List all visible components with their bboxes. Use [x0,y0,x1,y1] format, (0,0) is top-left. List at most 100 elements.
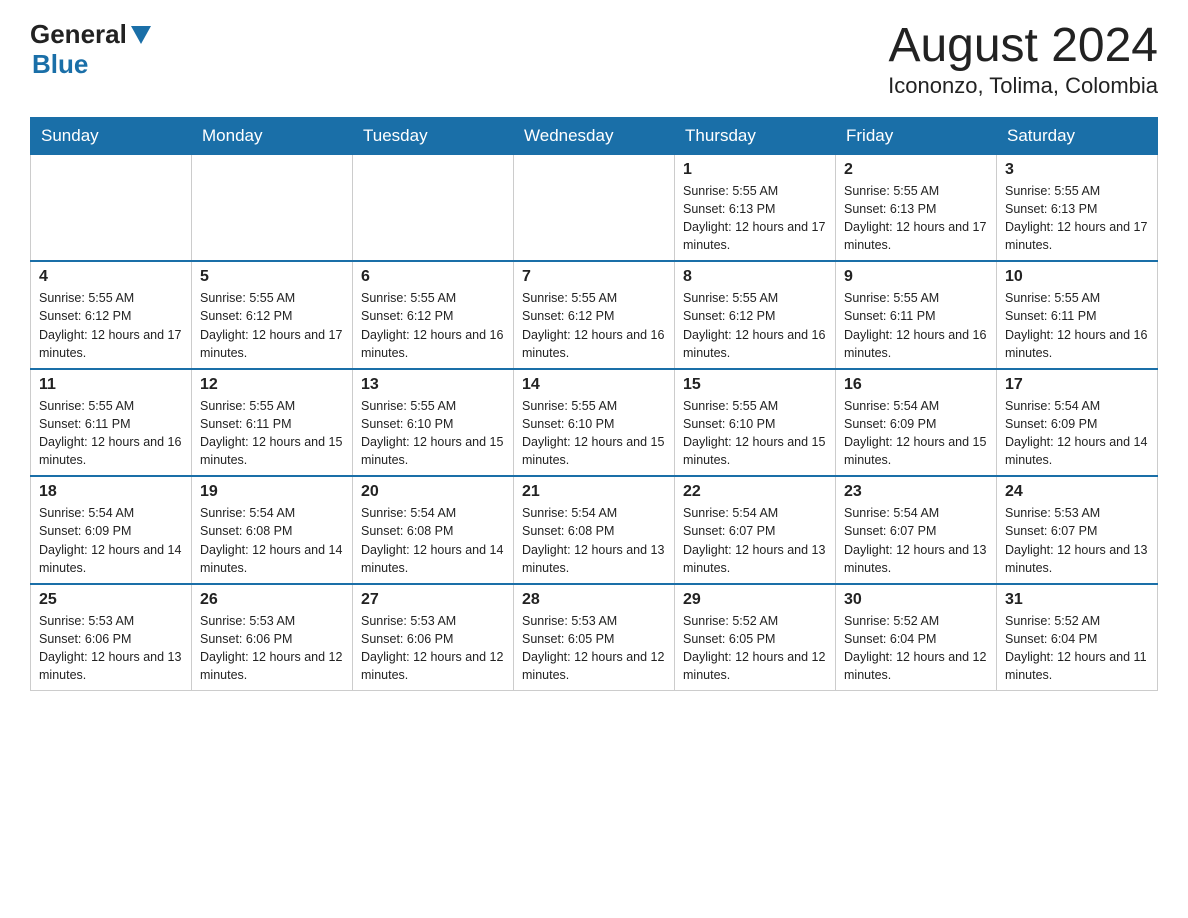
day-info: Sunrise: 5:55 AM Sunset: 6:11 PM Dayligh… [39,397,183,470]
day-info: Sunrise: 5:55 AM Sunset: 6:10 PM Dayligh… [522,397,666,470]
calendar-day-cell: 18Sunrise: 5:54 AM Sunset: 6:09 PM Dayli… [31,476,192,584]
calendar-day-cell: 21 Sunrise: 5:54 AM Sunset: 6:08 PM Dayli… [514,476,675,584]
calendar-day-cell: 15 Sunrise: 5:55 AM Sunset: 6:10 PM Dayli… [675,369,836,477]
day-info: Sunrise: 5:55 AM Sunset: 6:11 PM Dayligh… [200,397,344,470]
day-number: 7 [522,268,666,286]
day-info: Sunrise: 5:54 AM Sunset: 6:08 PM Dayligh… [522,504,666,577]
day-info: Sunrise: 5:54 AM Sunset: 6:07 PM Dayligh… [683,504,827,577]
day-info: Sunrise: 5:54 AM Sunset: 6:09 PM Dayligh… [844,397,988,470]
calendar-day-cell: 5Sunrise: 5:55 AM Sunset: 6:12 PM Daylig… [192,261,353,369]
day-of-week-header: Thursday [675,117,836,154]
day-number: 17 [1005,376,1149,394]
day-number: 19 [200,483,344,501]
day-number: 1 [683,161,827,179]
calendar-day-cell [353,154,514,261]
day-info: Sunrise: 5:55 AM Sunset: 6:13 PM Dayligh… [1005,182,1149,255]
day-number: 29 [683,591,827,609]
calendar-day-cell: 27Sunrise: 5:53 AM Sunset: 6:06 PM Dayli… [353,584,514,691]
day-info: Sunrise: 5:55 AM Sunset: 6:12 PM Dayligh… [200,289,344,362]
day-of-week-header: Saturday [997,117,1158,154]
calendar-day-cell: 12 Sunrise: 5:55 AM Sunset: 6:11 PM Dayli… [192,369,353,477]
calendar-day-cell: 14 Sunrise: 5:55 AM Sunset: 6:10 PM Dayli… [514,369,675,477]
day-number: 4 [39,268,183,286]
day-number: 12 [200,376,344,394]
day-number: 14 [522,376,666,394]
day-info: Sunrise: 5:54 AM Sunset: 6:09 PM Dayligh… [1005,397,1149,470]
calendar-day-cell [192,154,353,261]
day-info: Sunrise: 5:53 AM Sunset: 6:07 PM Dayligh… [1005,504,1149,577]
day-number: 15 [683,376,827,394]
day-number: 10 [1005,268,1149,286]
day-number: 31 [1005,591,1149,609]
calendar-day-cell [31,154,192,261]
calendar-day-cell: 19 Sunrise: 5:54 AM Sunset: 6:08 PM Dayli… [192,476,353,584]
calendar-day-cell: 25 Sunrise: 5:53 AM Sunset: 6:06 PM Dayli… [31,584,192,691]
day-info: Sunrise: 5:55 AM Sunset: 6:11 PM Dayligh… [844,289,988,362]
day-number: 13 [361,376,505,394]
calendar-title: August 2024 [888,20,1158,73]
day-info: Sunrise: 5:54 AM Sunset: 6:08 PM Dayligh… [200,504,344,577]
calendar-day-cell: 29 Sunrise: 5:52 AM Sunset: 6:05 PM Dayli… [675,584,836,691]
calendar-day-cell: 11 Sunrise: 5:55 AM Sunset: 6:11 PM Dayli… [31,369,192,477]
day-info: Sunrise: 5:53 AM Sunset: 6:06 PM Dayligh… [361,612,505,685]
calendar-week-row: 25 Sunrise: 5:53 AM Sunset: 6:06 PM Dayli… [31,584,1158,691]
logo: General Blue [30,20,151,80]
day-info: Sunrise: 5:53 AM Sunset: 6:05 PM Dayligh… [522,612,666,685]
calendar-table: SundayMondayTuesdayWednesdayThursdayFrid… [30,117,1158,692]
day-of-week-header: Wednesday [514,117,675,154]
day-number: 9 [844,268,988,286]
day-info: Sunrise: 5:55 AM Sunset: 6:13 PM Dayligh… [844,182,988,255]
calendar-day-cell: 9 Sunrise: 5:55 AM Sunset: 6:11 PM Daylig… [836,261,997,369]
day-number: 11 [39,376,183,394]
calendar-day-cell: 31Sunrise: 5:52 AM Sunset: 6:04 PM Dayli… [997,584,1158,691]
calendar-day-cell: 28 Sunrise: 5:53 AM Sunset: 6:05 PM Dayli… [514,584,675,691]
day-number: 30 [844,591,988,609]
calendar-day-cell: 3 Sunrise: 5:55 AM Sunset: 6:13 PM Daylig… [997,154,1158,261]
day-number: 20 [361,483,505,501]
calendar-day-cell: 24Sunrise: 5:53 AM Sunset: 6:07 PM Dayli… [997,476,1158,584]
day-number: 25 [39,591,183,609]
day-number: 23 [844,483,988,501]
day-info: Sunrise: 5:55 AM Sunset: 6:12 PM Dayligh… [39,289,183,362]
day-of-week-header: Tuesday [353,117,514,154]
day-info: Sunrise: 5:55 AM Sunset: 6:11 PM Dayligh… [1005,289,1149,362]
logo-triangle-icon [131,26,151,44]
calendar-week-row: 1 Sunrise: 5:55 AM Sunset: 6:13 PM Daylig… [31,154,1158,261]
calendar-body: 1 Sunrise: 5:55 AM Sunset: 6:13 PM Daylig… [31,154,1158,691]
calendar-day-cell: 26 Sunrise: 5:53 AM Sunset: 6:06 PM Dayli… [192,584,353,691]
logo-blue-text: Blue [32,49,88,80]
calendar-day-cell: 4 Sunrise: 5:55 AM Sunset: 6:12 PM Daylig… [31,261,192,369]
calendar-week-row: 11 Sunrise: 5:55 AM Sunset: 6:11 PM Dayli… [31,369,1158,477]
calendar-day-cell: 30 Sunrise: 5:52 AM Sunset: 6:04 PM Dayli… [836,584,997,691]
day-info: Sunrise: 5:52 AM Sunset: 6:04 PM Dayligh… [844,612,988,685]
day-number: 21 [522,483,666,501]
days-of-week-row: SundayMondayTuesdayWednesdayThursdayFrid… [31,117,1158,154]
calendar-header: SundayMondayTuesdayWednesdayThursdayFrid… [31,117,1158,154]
day-info: Sunrise: 5:53 AM Sunset: 6:06 PM Dayligh… [39,612,183,685]
calendar-day-cell [514,154,675,261]
calendar-day-cell: 7Sunrise: 5:55 AM Sunset: 6:12 PM Daylig… [514,261,675,369]
day-of-week-header: Sunday [31,117,192,154]
calendar-day-cell: 10 Sunrise: 5:55 AM Sunset: 6:11 PM Dayli… [997,261,1158,369]
day-info: Sunrise: 5:55 AM Sunset: 6:10 PM Dayligh… [361,397,505,470]
calendar-week-row: 4 Sunrise: 5:55 AM Sunset: 6:12 PM Daylig… [31,261,1158,369]
calendar-day-cell: 6Sunrise: 5:55 AM Sunset: 6:12 PM Daylig… [353,261,514,369]
calendar-day-cell: 22 Sunrise: 5:54 AM Sunset: 6:07 PM Dayli… [675,476,836,584]
day-info: Sunrise: 5:54 AM Sunset: 6:08 PM Dayligh… [361,504,505,577]
calendar-day-cell: 2 Sunrise: 5:55 AM Sunset: 6:13 PM Daylig… [836,154,997,261]
calendar-day-cell: 23Sunrise: 5:54 AM Sunset: 6:07 PM Dayli… [836,476,997,584]
day-info: Sunrise: 5:52 AM Sunset: 6:05 PM Dayligh… [683,612,827,685]
day-info: Sunrise: 5:53 AM Sunset: 6:06 PM Dayligh… [200,612,344,685]
calendar-day-cell: 8 Sunrise: 5:55 AM Sunset: 6:12 PM Daylig… [675,261,836,369]
day-number: 3 [1005,161,1149,179]
day-info: Sunrise: 5:55 AM Sunset: 6:10 PM Dayligh… [683,397,827,470]
day-number: 2 [844,161,988,179]
day-number: 26 [200,591,344,609]
calendar-day-cell: 16Sunrise: 5:54 AM Sunset: 6:09 PM Dayli… [836,369,997,477]
day-number: 8 [683,268,827,286]
day-info: Sunrise: 5:55 AM Sunset: 6:12 PM Dayligh… [683,289,827,362]
day-number: 28 [522,591,666,609]
calendar-day-cell: 20 Sunrise: 5:54 AM Sunset: 6:08 PM Dayli… [353,476,514,584]
day-number: 22 [683,483,827,501]
day-info: Sunrise: 5:54 AM Sunset: 6:09 PM Dayligh… [39,504,183,577]
